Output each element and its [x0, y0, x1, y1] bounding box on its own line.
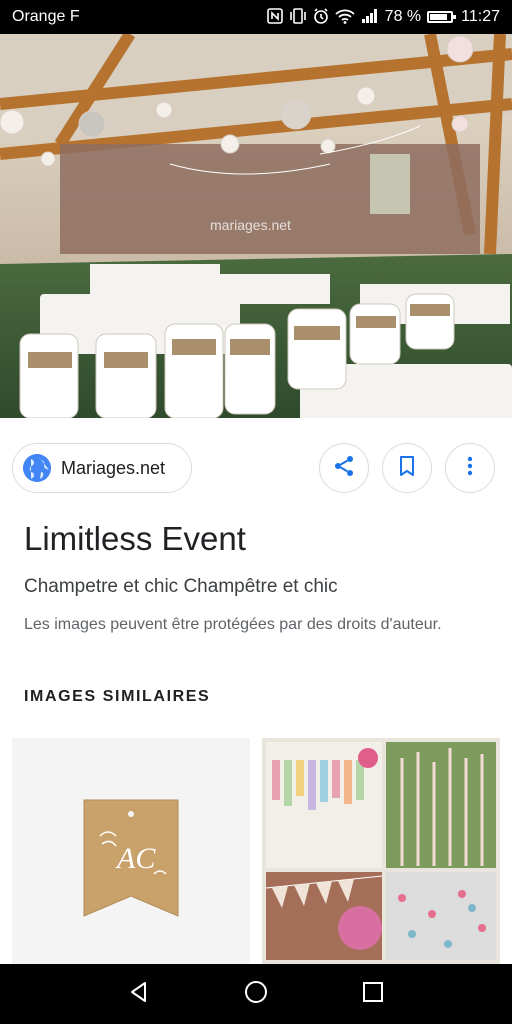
watermark-text: mariages.net [210, 217, 291, 233]
clock: 11:27 [461, 8, 500, 25]
back-triangle-icon [127, 980, 151, 1009]
result-subtitle: Champetre et chic Champêtre et chic [24, 576, 338, 597]
recents-square-icon [361, 980, 385, 1009]
home-circle-icon [243, 979, 269, 1010]
status-bar: Orange F 78 % 11:27 [0, 0, 512, 34]
similar-images-heading: IMAGES SIMILAIRES [24, 688, 211, 705]
bookmark-icon [395, 454, 419, 483]
result-title[interactable]: Limitless Event [24, 520, 246, 558]
similar-image-kraft-tag[interactable]: AC [12, 738, 250, 964]
battery-icon [427, 11, 457, 23]
vibrate-icon [289, 8, 307, 26]
nav-recents-button[interactable] [353, 974, 393, 1014]
save-button[interactable] [382, 443, 432, 493]
nfc-icon [266, 8, 283, 26]
status-icons: 78 % 11:27 [266, 8, 500, 26]
nav-back-button[interactable] [119, 974, 159, 1014]
globe-icon [23, 454, 51, 482]
system-nav-bar [0, 964, 512, 1024]
carrier-label: Orange F [12, 8, 80, 25]
battery-percent: 78 % [384, 8, 422, 25]
more-options-button[interactable] [445, 443, 495, 493]
share-icon [332, 454, 356, 483]
wifi-icon [335, 8, 355, 26]
similar-image-garlands[interactable] [262, 738, 500, 964]
copyright-notice: Les images peuvent être protégées par de… [24, 616, 442, 633]
source-chip[interactable]: Mariages.net [12, 443, 192, 493]
share-button[interactable] [319, 443, 369, 493]
hero-image[interactable]: mariages.net [0, 34, 512, 418]
nav-home-button[interactable] [236, 974, 276, 1014]
source-name: Mariages.net [61, 457, 166, 478]
more-vert-icon [458, 454, 482, 483]
action-row: Mariages.net [0, 440, 512, 496]
alarm-icon [313, 8, 329, 26]
tag-monogram: AC [115, 842, 156, 875]
signal-icon [361, 8, 379, 26]
